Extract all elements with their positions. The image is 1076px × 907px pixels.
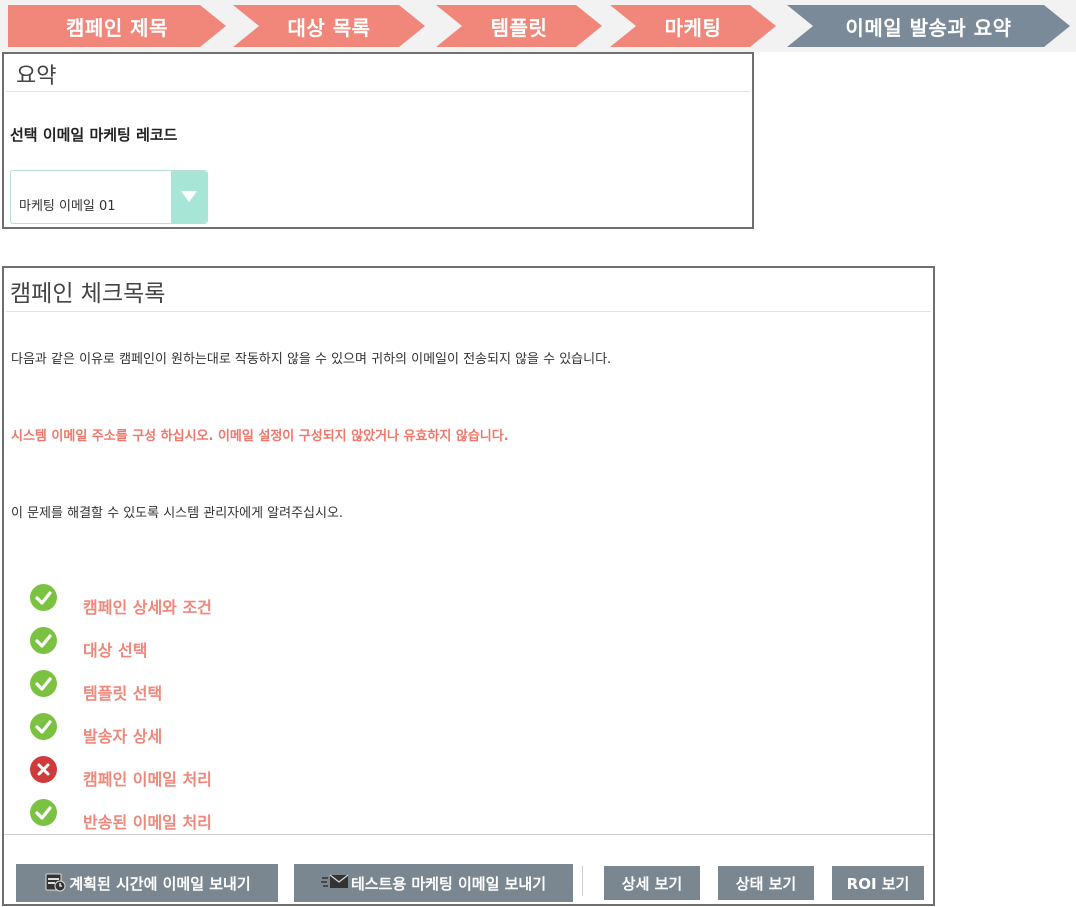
checklist-advice: 이 문제를 해결할 수 있도록 시스템 관리자에게 알려주십시오. xyxy=(11,506,344,521)
wizard-step-label: 캠페인 제목 xyxy=(66,15,168,40)
view-status-button[interactable]: 상태 보기 xyxy=(718,866,814,900)
button-separator xyxy=(582,866,583,896)
checklist-item-label[interactable]: 반송된 이메일 처리 xyxy=(83,809,212,833)
send-test-email-label: 테스트용 마케팅 이메일 보내기 xyxy=(350,874,547,893)
check-circle-icon xyxy=(30,627,57,654)
wizard-step-label: 대상 목록 xyxy=(287,15,371,40)
check-circle-icon xyxy=(30,584,57,611)
checklist-warning: 시스템 이메일 주소를 구성 하십시오. 이메일 설정이 구성되지 않았거나 유… xyxy=(11,429,509,444)
wizard-step-target-list[interactable]: 대상 목록 xyxy=(233,5,425,47)
check-circle-icon xyxy=(30,799,57,826)
wizard-step-campaign-title[interactable]: 캠페인 제목 xyxy=(8,5,226,47)
summary-panel: 요약 선택 이메일 마케팅 레코드 마케팅 이메일 01 xyxy=(2,52,754,229)
summary-title: 요약 xyxy=(6,54,750,92)
wizard-step-label: 마케팅 xyxy=(664,15,722,40)
dropdown-button[interactable] xyxy=(171,171,207,223)
checklist-item-label[interactable]: 템플릿 선택 xyxy=(83,680,162,704)
schedule-send-button[interactable]: 계획된 시간에 이메일 보내기 xyxy=(16,864,278,902)
campaign-checklist-panel: 캠페인 체크목록 다음과 같은 이유로 캠페인이 원하는대로 작동하지 않을 수… xyxy=(2,266,935,906)
selected-record-value: 마케팅 이메일 01 xyxy=(19,199,116,214)
wizard-step-send-summary[interactable]: 이메일 발송과 요약 xyxy=(787,5,1070,47)
chevron-down-icon xyxy=(181,191,197,202)
view-roi-button[interactable]: ROI 보기 xyxy=(832,866,924,900)
send-mail-icon xyxy=(320,872,349,894)
view-details-button[interactable]: 상세 보기 xyxy=(604,866,700,900)
calendar-icon xyxy=(43,870,67,896)
wizard-step-label: 이메일 발송과 요약 xyxy=(845,15,1012,40)
wizard-steps: 캠페인 제목 대상 목록 템플릿 마케팅 이메일 발송과 요약 xyxy=(0,0,1076,52)
marketing-record-select[interactable]: 마케팅 이메일 01 xyxy=(10,170,208,224)
send-test-email-button[interactable]: 테스트용 마케팅 이메일 보내기 xyxy=(294,864,573,902)
check-circle-icon xyxy=(30,713,57,740)
record-label: 선택 이메일 마케팅 레코드 xyxy=(10,126,178,144)
checklist-intro: 다음과 같은 이유로 캠페인이 원하는대로 작동하지 않을 수 있으며 귀하의 … xyxy=(11,352,612,367)
wizard-step-template[interactable]: 템플릿 xyxy=(436,5,602,47)
x-circle-icon xyxy=(30,756,57,783)
wizard-step-label: 템플릿 xyxy=(490,15,548,40)
schedule-send-label: 계획된 시간에 이메일 보내기 xyxy=(69,874,251,893)
checklist-item-label[interactable]: 캠페인 이메일 처리 xyxy=(83,766,212,790)
checklist-item-label[interactable]: 발송자 상세 xyxy=(83,723,162,747)
checklist-item-label[interactable]: 캠페인 상세와 조건 xyxy=(83,594,212,618)
check-circle-icon xyxy=(30,670,57,697)
wizard-step-marketing[interactable]: 마케팅 xyxy=(610,5,776,47)
checklist-title: 캠페인 체크목록 xyxy=(6,268,931,312)
footer-divider xyxy=(4,834,933,835)
checklist-item-label[interactable]: 대상 선택 xyxy=(83,637,147,661)
